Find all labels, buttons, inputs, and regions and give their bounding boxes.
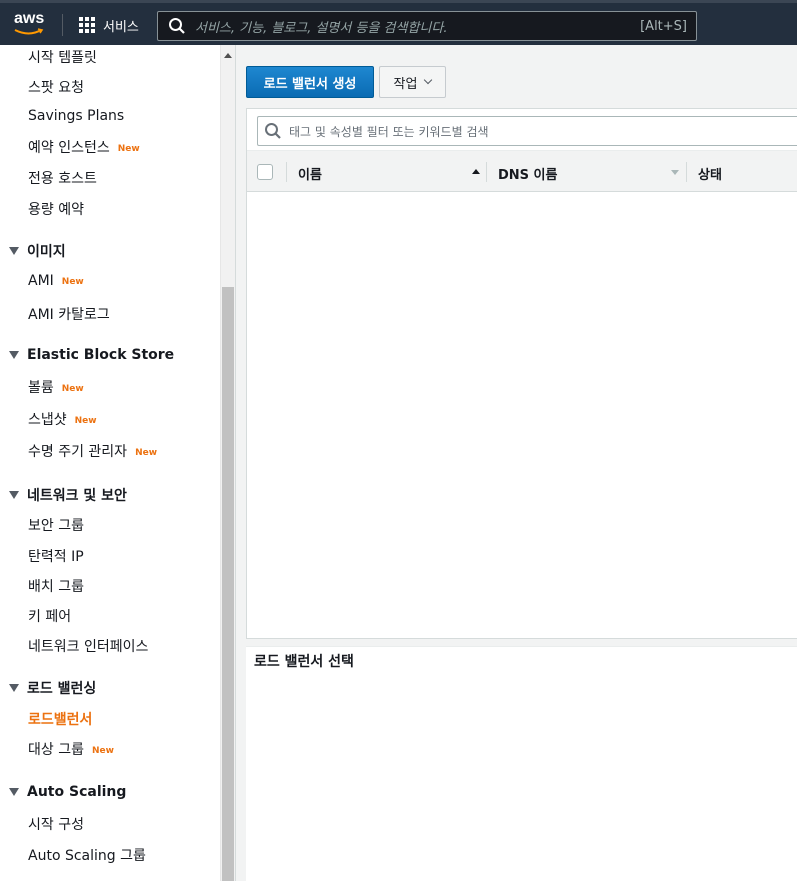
services-label: 서비스 [103,19,139,35]
sidebar-item-label: 스팟 요청 [28,80,84,96]
sidebar-item-label: 대상 그룹 [28,742,84,758]
sidebar-item-launch-configurations[interactable]: 시작 구성 [28,814,84,834]
aws-smile-icon [14,28,44,35]
caret-down-icon [9,684,19,692]
new-badge: New [61,277,84,287]
sidebar-section-elastic-block-store[interactable]: Elastic Block Store [9,347,174,363]
caret-down-icon [9,247,19,255]
sidebar-item-dedicated-hosts[interactable]: 전용 호스트 [28,168,97,188]
new-badge: New [91,746,114,756]
new-badge: New [135,448,158,458]
filter-placeholder: 태그 및 속성별 필터 또는 키워드별 검색 [289,124,489,139]
aws-logo[interactable]: aws [14,11,48,39]
column-header-dns-name[interactable]: DNS 이름 [498,164,557,183]
main-content: 로드 밸런서 생성 작업 태그 및 속성별 필터 또는 키워드별 검색 이름 D… [236,45,797,881]
sidebar-item-launch-templates[interactable]: 시작 템플릿 [28,47,97,67]
scrollbar-thumb[interactable] [222,287,234,881]
table-header: 이름 DNS 이름 상태 [247,150,797,192]
sidebar-item-label: 스냅샷 [28,412,67,428]
sidebar-item-label: 볼륨 [28,380,54,396]
new-badge: New [74,416,97,426]
sidebar-item-label: Savings Plans [28,108,125,124]
sidebar-item-security-groups[interactable]: 보안 그룹 [28,515,84,535]
sidebar-item-spot-requests[interactable]: 스팟 요청 [28,77,84,97]
sidebar-item-label: 시작 구성 [28,817,84,833]
services-menu-button[interactable]: 서비스 [79,14,139,36]
column-header-state[interactable]: 상태 [698,164,722,183]
section-title: 네트워크 및 보안 [27,488,127,504]
top-navigation-bar: aws 서비스 서비스, 기능, 블로그, 설명서 등을 검색합니다. [Alt… [0,0,797,45]
chevron-down-icon [424,75,433,85]
scroll-up-arrow-icon[interactable] [224,53,232,58]
sidebar-item-savings-plans[interactable]: Savings Plans [28,108,124,124]
load-balancer-table-panel: 태그 및 속성별 필터 또는 키워드별 검색 이름 DNS 이름 상태 [246,108,797,638]
section-title: Auto Scaling [27,784,127,800]
sidebar-item-network-interfaces[interactable]: 네트워크 인터페이스 [28,636,148,656]
grid-icon [79,17,95,33]
caret-down-icon [9,491,19,499]
sidebar-scrollbar[interactable] [220,45,235,881]
column-separator [286,162,287,182]
sidebar-item-key-pairs[interactable]: 키 페어 [28,606,71,626]
aws-logo-text: aws [14,10,45,27]
sidebar-item-label: 수명 주기 관리자 [28,444,128,460]
search-placeholder: 서비스, 기능, 블로그, 설명서 등을 검색합니다. [195,20,448,36]
global-search-input[interactable]: 서비스, 기능, 블로그, 설명서 등을 검색합니다. [Alt+S] [157,11,697,41]
new-badge: New [117,144,140,154]
sidebar-item-label: 로드밸런서 [28,712,93,728]
column-header-name[interactable]: 이름 [298,164,322,183]
select-all-checkbox[interactable] [257,164,273,180]
panel-resize-splitter[interactable] [246,638,797,646]
sidebar-item-ami[interactable]: AMI New [28,273,84,289]
column-separator [686,162,687,182]
sidebar-item-volumes[interactable]: 볼륨 New [28,377,84,397]
sidebar-item-capacity-reservations[interactable]: 용량 예약 [28,199,84,219]
sort-inactive-icon[interactable] [671,170,679,175]
sidebar-section-load-balancing[interactable]: 로드 밸런싱 [9,678,96,698]
sidebar-item-label: 보안 그룹 [28,518,84,534]
search-icon [265,123,281,139]
sidebar-item-target-groups[interactable]: 대상 그룹 New [28,739,114,759]
sidebar-section-auto-scaling[interactable]: Auto Scaling [9,784,126,800]
sidebar-item-label: Auto Scaling 그룹 [28,848,146,864]
sidebar-item-lifecycle-manager[interactable]: 수명 주기 관리자 New [28,441,157,461]
section-title: 로드 밸런싱 [27,681,97,697]
sidebar-item-snapshots[interactable]: 스냅샷 New [28,409,97,429]
sidebar-item-label: 전용 호스트 [28,171,97,187]
sidebar-section-images[interactable]: 이미지 [9,241,66,261]
sidebar-item-label: 키 페어 [28,609,72,625]
column-separator [486,162,487,182]
caret-down-icon [9,788,19,796]
sidebar-item-load-balancers[interactable]: 로드밸런서 [28,709,92,729]
nav-separator [62,14,63,36]
new-badge: New [61,384,84,394]
sidebar-item-label: 시작 템플릿 [28,50,97,66]
search-shortcut-hint: [Alt+S] [640,18,687,34]
filter-search-input[interactable]: 태그 및 속성별 필터 또는 키워드별 검색 [257,116,797,146]
sidebar-item-label: 네트워크 인터페이스 [28,639,149,655]
caret-down-icon [9,351,19,359]
detail-panel-title: 로드 밸런서 선택 [254,654,354,670]
sidebar-item-label: 용량 예약 [28,202,84,218]
detail-panel: 로드 밸런서 선택 [246,646,797,881]
section-title: Elastic Block Store [27,347,175,363]
sidebar-item-label: 탄력적 IP [28,549,84,565]
sidebar-item-elastic-ips[interactable]: 탄력적 IP [28,546,84,566]
actions-dropdown-button[interactable]: 작업 [379,66,446,98]
sidebar-item-label: 예약 인스턴스 [28,140,110,156]
sidebar-section-network-security[interactable]: 네트워크 및 보안 [9,485,127,505]
sidebar-item-placement-groups[interactable]: 배치 그룹 [28,576,84,596]
sidebar-item-auto-scaling-groups[interactable]: Auto Scaling 그룹 [28,845,146,865]
create-load-balancer-button[interactable]: 로드 밸런서 생성 [246,66,374,98]
sidebar-item-label: 배치 그룹 [28,579,84,595]
sidebar-item-label: AMI [28,273,54,289]
sidebar-item-label: AMI 카탈로그 [28,307,110,323]
sort-ascending-icon[interactable] [472,169,480,174]
sidebar-navigation: 시작 템플릿 스팟 요청 Savings Plans 예약 인스턴스 New 전용… [0,45,220,881]
sidebar-item-ami-catalog[interactable]: AMI 카탈로그 [28,304,110,324]
search-icon [169,18,185,34]
sidebar-item-reserved-instances[interactable]: 예약 인스턴스 New [28,137,140,157]
section-title: 이미지 [27,244,66,260]
actions-label: 작업 [393,76,418,92]
